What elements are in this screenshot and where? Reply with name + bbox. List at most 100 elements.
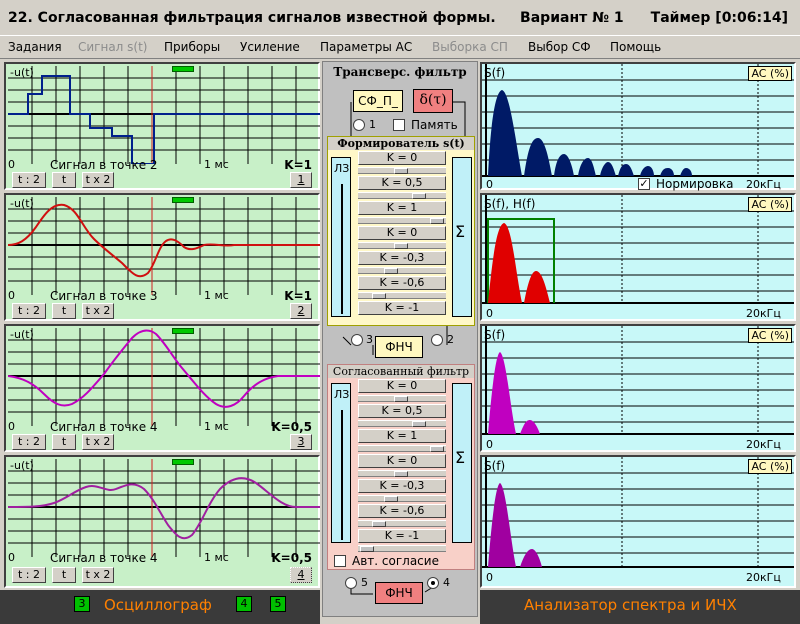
- matched-slider-2[interactable]: [358, 420, 446, 427]
- delay-line-bar: [341, 410, 343, 540]
- menu-as-params[interactable]: Параметры АС: [320, 40, 412, 54]
- delay-line-label: ЛЗ: [334, 162, 350, 175]
- freq-max: 20кГц: [746, 571, 781, 584]
- freq-max: 20кГц: [746, 178, 781, 191]
- time-double-button[interactable]: t x 2: [82, 567, 114, 583]
- channel-select-button[interactable]: 1: [290, 172, 312, 188]
- former-slider-4[interactable]: [358, 242, 446, 249]
- time-halve-button[interactable]: t : 2: [12, 567, 46, 583]
- former-k-2[interactable]: K = 0,5: [358, 176, 446, 190]
- matched-k-2[interactable]: K = 0,5: [358, 404, 446, 418]
- former-slider-6[interactable]: [358, 292, 446, 299]
- time-halve-button[interactable]: t : 2: [12, 434, 46, 450]
- osc-time-zero: 0: [8, 158, 15, 171]
- radio-2[interactable]: [431, 334, 443, 346]
- radio-3[interactable]: [351, 334, 363, 346]
- radio-1[interactable]: [353, 119, 365, 131]
- osc-axis-label: -u(t): [10, 66, 34, 79]
- matched-slider-1[interactable]: [358, 395, 446, 402]
- matched-slider-5[interactable]: [358, 495, 446, 502]
- time-double-button[interactable]: t x 2: [82, 303, 114, 319]
- delay-line-left: ЛЗ: [331, 157, 351, 317]
- analyzer-footer: Анализатор спектра и ИЧХ: [480, 590, 800, 624]
- normalize-checkbox[interactable]: ✓: [638, 178, 650, 190]
- time-halve-button[interactable]: t : 2: [12, 303, 46, 319]
- former-slider-2[interactable]: [358, 192, 446, 199]
- channel-select-button[interactable]: 2: [290, 303, 312, 319]
- menu-bar: Задания Сигнал s(t) Приборы Усиление Пар…: [0, 37, 800, 59]
- osc-2-plot: [8, 197, 320, 295]
- freq-zero: 0: [486, 178, 493, 191]
- osc-channel-5-button[interactable]: 5: [270, 596, 286, 612]
- delta-box[interactable]: δ(τ): [413, 89, 453, 113]
- matched-slider-7[interactable]: [358, 545, 446, 552]
- former-slider-1[interactable]: [358, 167, 446, 174]
- former-k-3[interactable]: K = 1: [358, 201, 446, 215]
- freq-max: 20кГц: [746, 438, 781, 451]
- osc-3-plot: [8, 328, 320, 426]
- memory-label: Память: [411, 118, 458, 132]
- matched-slider-3[interactable]: [358, 445, 446, 452]
- former-k-4[interactable]: K = 0: [358, 226, 446, 240]
- delay-line-label: ЛЗ: [334, 388, 350, 401]
- menu-select-sf[interactable]: Выбор СФ: [528, 40, 591, 54]
- time-reset-button[interactable]: t: [52, 434, 76, 450]
- time-double-button[interactable]: t x 2: [82, 172, 114, 188]
- former-slider-3[interactable]: [358, 217, 446, 224]
- osc-title: Сигнал в точке 3: [50, 289, 158, 303]
- channel-select-button[interactable]: 4: [290, 567, 312, 583]
- osc-time-zero: 0: [8, 420, 15, 433]
- menu-gain[interactable]: Усиление: [240, 40, 300, 54]
- matched-slider-6[interactable]: [358, 520, 446, 527]
- sf-box[interactable]: СФ_П_: [353, 90, 403, 112]
- radio-2-label: 2: [447, 333, 454, 346]
- timer: Таймер [0:06:14]: [650, 10, 788, 26]
- time-double-button[interactable]: t x 2: [82, 434, 114, 450]
- sum-symbol: Σ: [455, 222, 466, 241]
- lpf-box-2[interactable]: ФНЧ: [375, 582, 423, 604]
- matched-k-3[interactable]: K = 1: [358, 429, 446, 443]
- time-reset-button[interactable]: t: [52, 172, 76, 188]
- spectrum-axis-label: S(f): [484, 66, 506, 80]
- matched-k-1[interactable]: K = 0: [358, 379, 446, 393]
- menu-tasks[interactable]: Задания: [8, 40, 62, 54]
- matched-k-5[interactable]: K = -0,3: [358, 479, 446, 493]
- channel-select-button[interactable]: 3: [290, 434, 312, 450]
- matched-slider-4[interactable]: [358, 470, 446, 477]
- osc-time-zero: 0: [8, 289, 15, 302]
- spectrum-3: S(f) AC (%) 0 20кГц: [480, 324, 796, 452]
- time-reset-button[interactable]: t: [52, 303, 76, 319]
- osc-channel-3-button[interactable]: 3: [74, 596, 90, 612]
- title-bar: 22. Согласованная фильтрация сигналов из…: [0, 0, 800, 36]
- menu-signal[interactable]: Сигнал s(t): [78, 40, 148, 54]
- matched-k-6[interactable]: K = -0,6: [358, 504, 446, 518]
- former-k-6[interactable]: K = -0,6: [358, 276, 446, 290]
- menu-sp-sample[interactable]: Выборка СП: [432, 40, 508, 54]
- spectrum-2: S(f), H(f) AC (%) 0 20кГц: [480, 193, 796, 321]
- menu-help[interactable]: Помощь: [610, 40, 661, 54]
- auto-match-checkbox[interactable]: [334, 555, 346, 567]
- former-k-7[interactable]: K = -1: [358, 301, 446, 315]
- menu-devices[interactable]: Приборы: [164, 40, 220, 54]
- ac-button[interactable]: AC (%): [748, 66, 792, 81]
- ac-button[interactable]: AC (%): [748, 328, 792, 343]
- lpf-box[interactable]: ФНЧ: [375, 336, 423, 358]
- osc-axis-label: -u(t): [10, 328, 34, 341]
- former-k-1[interactable]: K = 0: [358, 151, 446, 165]
- matched-k-4[interactable]: K = 0: [358, 454, 446, 468]
- radio-5[interactable]: [345, 577, 357, 589]
- oscilloscope-1: -u(t) 0 Сигнал в точке 2 1 мс K=1 t : 2 …: [4, 62, 320, 190]
- ac-button[interactable]: AC (%): [748, 197, 792, 212]
- time-halve-button[interactable]: t : 2: [12, 172, 46, 188]
- time-reset-button[interactable]: t: [52, 567, 76, 583]
- memory-checkbox[interactable]: [393, 119, 405, 131]
- former-k-5[interactable]: K = -0,3: [358, 251, 446, 265]
- ac-button[interactable]: AC (%): [748, 459, 792, 474]
- former-slider-5[interactable]: [358, 267, 446, 274]
- matched-title: Согласованный фильтр: [328, 365, 474, 378]
- radio-4[interactable]: [427, 577, 439, 589]
- channel-indicator: [172, 66, 194, 72]
- osc-title: Сигнал в точке 4: [50, 551, 158, 565]
- matched-k-7[interactable]: K = -1: [358, 529, 446, 543]
- osc-channel-4-button[interactable]: 4: [236, 596, 252, 612]
